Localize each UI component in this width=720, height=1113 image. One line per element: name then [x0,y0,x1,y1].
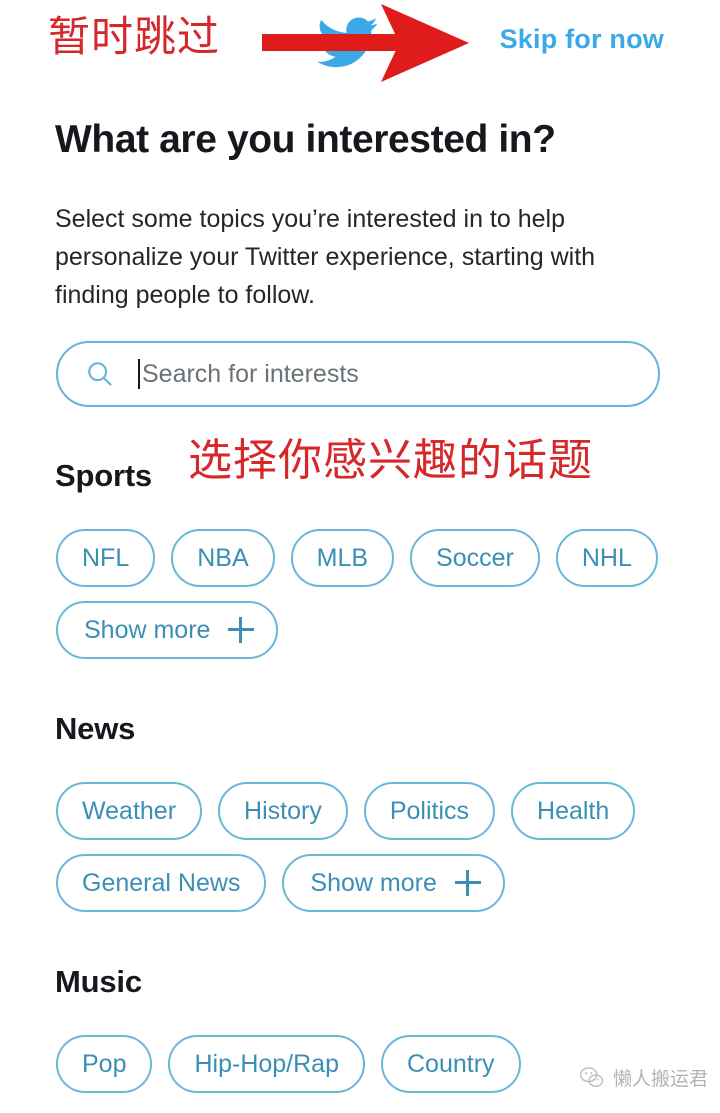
search-icon [88,362,112,386]
interest-chip-mlb[interactable]: MLB [290,529,395,587]
section-title-music: Music [55,964,142,999]
interest-chip-soccer[interactable]: Soccer [410,529,540,587]
annotation-topics-chinese: 选择你感兴趣的话题 [188,436,593,485]
chip-label: Show more [84,615,211,644]
search-input[interactable] [140,354,658,394]
chip-label: Soccer [436,543,514,572]
page-title: What are you interested in? [55,118,556,161]
chip-label: Weather [82,796,177,825]
annotation-red-arrow [262,4,469,82]
interest-chip-health[interactable]: Health [511,782,636,840]
interest-chip-nfl[interactable]: NFL [56,529,156,587]
chip-row: Show more [56,601,676,659]
interest-chip-history[interactable]: History [218,782,348,840]
section-title-news: News [55,711,136,746]
chip-label: Hip-Hop/Rap [194,1049,339,1078]
search-box[interactable] [56,341,660,407]
chip-label: Politics [389,796,470,825]
interest-chip-pop[interactable]: Pop [56,1035,153,1093]
chip-label: History [244,796,322,825]
annotation-skip-chinese: 暂时跳过 [48,15,221,61]
chip-label: Show more [310,868,437,897]
chip-row: Weather History Politics Health [56,782,676,840]
skip-for-now-link[interactable]: Skip for now [500,24,664,55]
chip-group-news: Weather History Politics Health General … [56,782,676,926]
top-bar: 暂时跳过 Skip for now [0,0,720,90]
watermark-text: 懒人搬运君 [612,1068,708,1090]
chip-row: General News Show more [56,854,676,912]
show-more-sports-button[interactable]: Show more [56,601,279,659]
plus-icon [228,617,255,643]
chip-label: MLB [316,543,369,572]
chip-label: NFL [82,543,130,572]
wechat-icon [579,1066,604,1087]
chip-label: NBA [197,543,249,572]
chip-label: General News [82,868,241,897]
interest-chip-general-news[interactable]: General News [56,854,267,912]
chip-row: NFL NBA MLB Soccer NHL [56,529,676,587]
chip-group-sports: NFL NBA MLB Soccer NHL Show more [56,529,676,673]
chip-label: Pop [82,1049,127,1078]
plus-icon [454,870,481,896]
chip-label: Country [407,1049,495,1078]
interest-chip-nba[interactable]: NBA [171,529,275,587]
watermark: 懒人搬运君 [579,1064,708,1091]
interest-chip-politics[interactable]: Politics [363,782,496,840]
interest-chip-hip-hop-rap[interactable]: Hip-Hop/Rap [168,1035,365,1093]
chip-label: NHL [581,543,632,572]
chip-label: Health [537,796,610,825]
show-more-news-button[interactable]: Show more [282,854,505,912]
page-subtitle: Select some topics you’re interested in … [55,205,596,309]
interest-chip-weather[interactable]: Weather [56,782,203,840]
interest-chip-country[interactable]: Country [381,1035,521,1093]
section-title-sports: Sports [55,458,152,493]
interest-chip-nhl[interactable]: NHL [555,529,658,587]
